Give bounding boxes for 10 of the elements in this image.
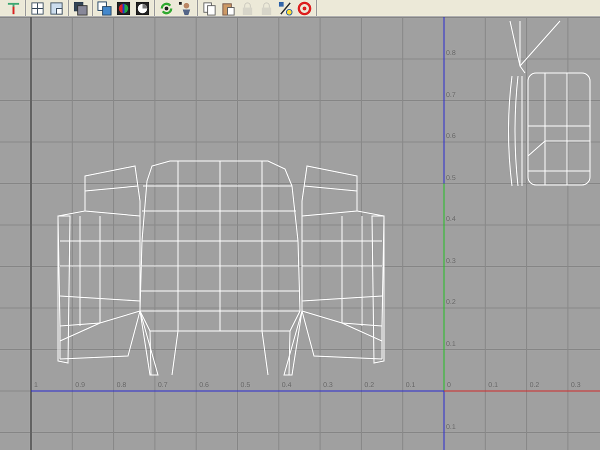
- overlapping-squares-icon[interactable]: [97, 0, 112, 16]
- grid-icon[interactable]: [30, 0, 45, 16]
- percent-icon[interactable]: [278, 0, 293, 16]
- checker-circle-icon[interactable]: [135, 0, 150, 16]
- clipboard-icon[interactable]: [221, 0, 236, 16]
- layout-icon[interactable]: [49, 0, 64, 16]
- figure-icon[interactable]: [178, 0, 193, 16]
- layers-icon[interactable]: [73, 0, 88, 16]
- arrows-icon[interactable]: [159, 0, 174, 16]
- copy-icon[interactable]: [202, 0, 217, 16]
